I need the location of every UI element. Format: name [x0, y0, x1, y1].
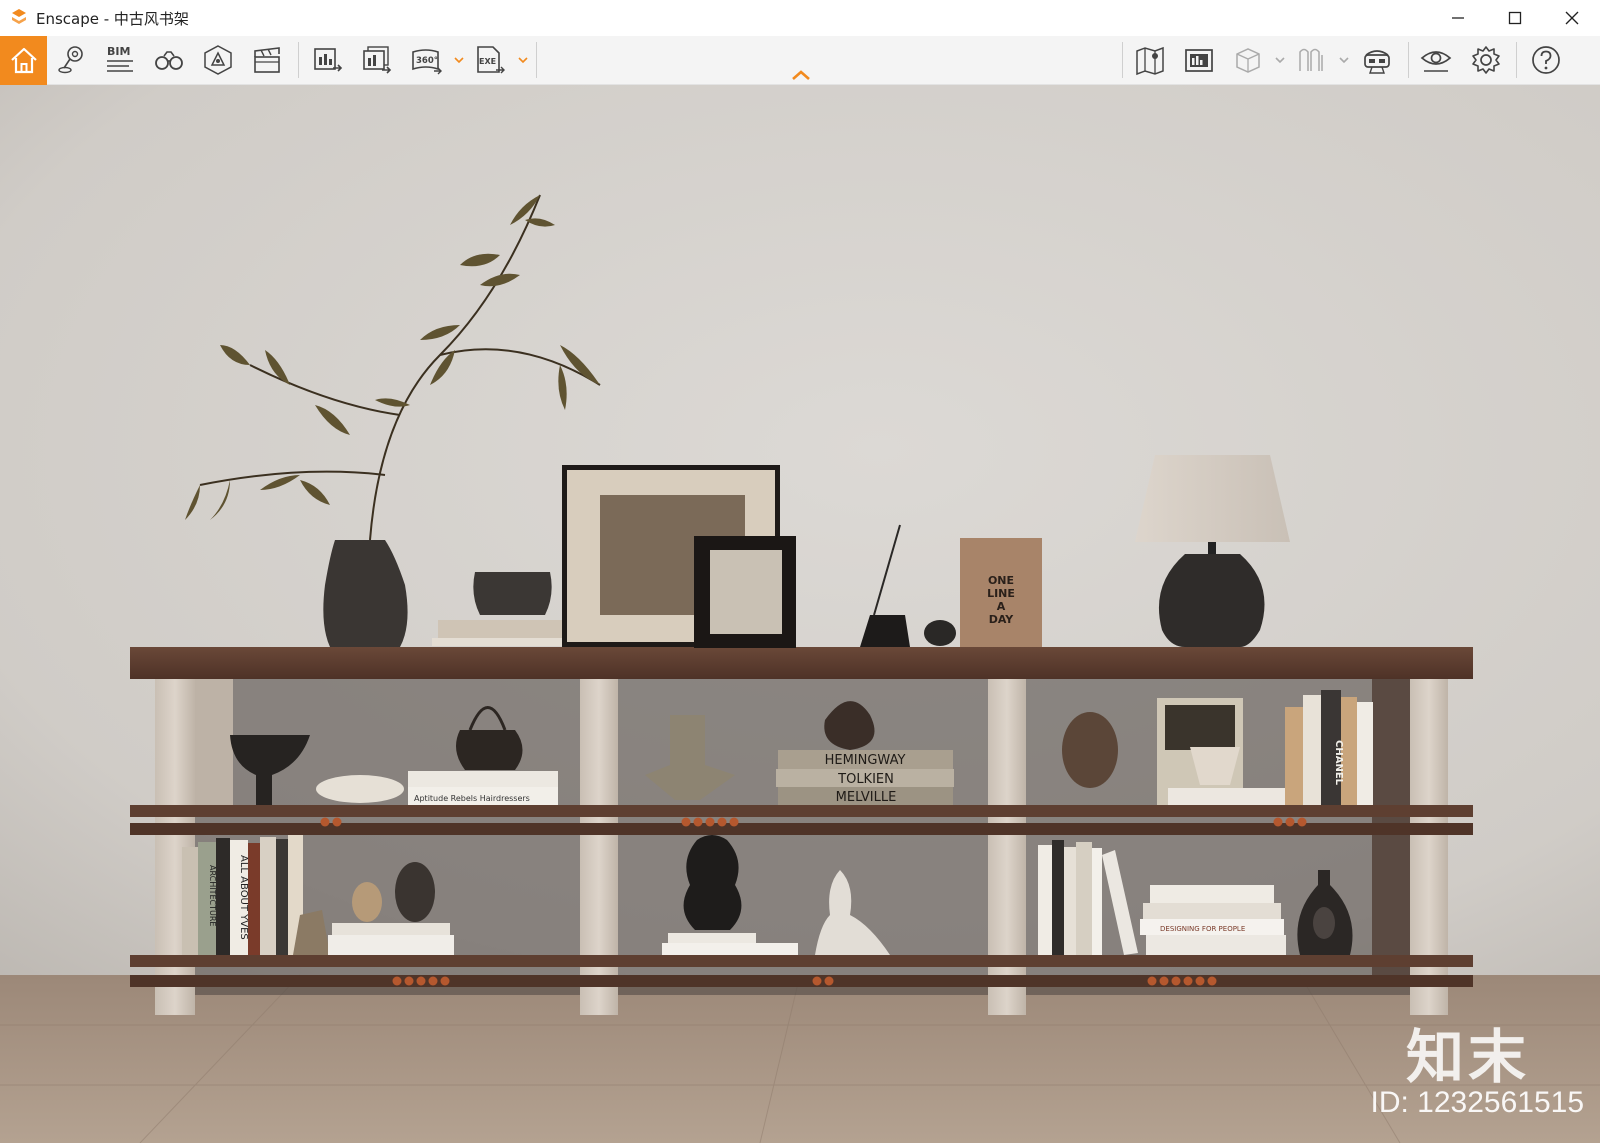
minimize-icon — [1451, 17, 1464, 19]
home-button[interactable] — [0, 36, 47, 85]
book-title-text: HEMINGWAY — [825, 753, 906, 768]
screenshot-button[interactable] — [306, 40, 350, 80]
book-title-text: LINE — [987, 587, 1015, 600]
book-title-text: MELVILLE — [836, 790, 897, 805]
floor — [0, 975, 1600, 1143]
window-controls — [1429, 0, 1600, 36]
enscape-logo-icon — [12, 9, 26, 24]
clapperboard-icon — [254, 47, 280, 73]
book-title-text: ALL ABOUT YVES — [238, 855, 249, 940]
watermark-id: ID: 1232561515 — [1370, 1086, 1584, 1119]
asset-library-button[interactable] — [196, 40, 240, 80]
stone-sculpture — [1062, 712, 1118, 788]
minimap-icon — [1136, 46, 1164, 76]
teapot — [456, 730, 523, 770]
binoculars-icon — [155, 51, 183, 70]
chevron-down-icon — [454, 57, 464, 64]
export-image-icon — [314, 48, 343, 72]
cube-view-dropdown[interactable] — [1274, 52, 1286, 68]
vr-headset-button[interactable] — [1355, 40, 1399, 80]
bim-icon: BIM — [107, 45, 133, 72]
svg-text:BIM: BIM — [107, 45, 130, 58]
light-view-icon — [1299, 48, 1323, 71]
asset-library-icon — [204, 45, 232, 75]
export-exe-button[interactable]: EXE — [468, 40, 512, 80]
maximize-button[interactable] — [1486, 0, 1543, 36]
bottom-shelf — [130, 955, 1473, 967]
chevron-down-icon — [1275, 57, 1285, 64]
collapse-toolbar-toggle[interactable] — [788, 67, 814, 83]
book-title-text: CHANEL — [1333, 740, 1344, 786]
panorama-360-icon: 360° — [412, 49, 442, 75]
export-dropdown[interactable] — [517, 52, 529, 68]
top-shelf — [130, 647, 1473, 679]
ceramic-bowl — [316, 775, 404, 803]
maximize-icon — [1508, 11, 1521, 25]
help-button[interactable] — [1524, 40, 1568, 80]
book-title-text: TOLKIEN — [837, 772, 894, 787]
small-vase — [352, 882, 382, 922]
vr-headset-icon — [1364, 50, 1390, 74]
visual-settings-icon — [1420, 51, 1452, 72]
settings-button[interactable] — [1464, 40, 1508, 80]
batch-render-icon — [363, 46, 392, 74]
toolbar-separator — [298, 42, 299, 78]
render-viewport[interactable]: ONE LINE A DAY Aptitude Rebels Hairdress… — [0, 85, 1600, 1143]
title-bar: Enscape - 中古风书架 — [0, 0, 1600, 36]
video-editor-button[interactable] — [245, 40, 289, 80]
bubble-vase — [683, 835, 742, 930]
book-row-right-top — [1285, 690, 1373, 805]
close-icon — [1565, 11, 1578, 25]
minimap-button[interactable] — [1128, 40, 1172, 80]
book-title-text: DAY — [989, 613, 1015, 626]
toolbar-separator — [1122, 42, 1123, 78]
gallery-icon — [1185, 49, 1213, 72]
visual-settings-button[interactable] — [1414, 40, 1458, 80]
lamp-shade — [1135, 455, 1290, 542]
map-pin-icon — [58, 46, 83, 74]
middle-shelf — [130, 805, 1473, 817]
capture-gallery-button[interactable] — [1177, 40, 1221, 80]
lamp-base — [1158, 554, 1265, 647]
window-title: Enscape - 中古风书架 — [36, 9, 189, 28]
watermark-brand: 知末 — [1405, 1023, 1530, 1091]
panorama-dropdown[interactable] — [453, 52, 465, 68]
light-view-dropdown[interactable] — [1338, 52, 1350, 68]
home-icon — [10, 47, 37, 73]
batch-render-button[interactable] — [355, 40, 399, 80]
panorama-button[interactable]: 360° — [405, 40, 449, 80]
cube-view-button[interactable] — [1226, 40, 1270, 80]
scene-render: ONE LINE A DAY Aptitude Rebels Hairdress… — [0, 85, 1600, 1143]
chevron-down-icon — [518, 57, 528, 64]
close-button[interactable] — [1543, 0, 1600, 36]
svg-text:360°: 360° — [416, 56, 438, 66]
help-icon — [1532, 46, 1560, 74]
svg-text:EXE: EXE — [479, 57, 496, 66]
minimize-button[interactable] — [1429, 0, 1486, 36]
toolbar-separator — [1408, 42, 1409, 78]
walk-mode-button[interactable] — [147, 40, 191, 80]
book-title-text: ARCHITECTURE — [208, 865, 217, 926]
chevron-down-icon — [1339, 57, 1349, 64]
book-title-text: ONE — [988, 574, 1014, 587]
light-view-button[interactable] — [1290, 40, 1334, 80]
book-title-text: A — [997, 600, 1006, 613]
cube-view-icon — [1236, 48, 1260, 73]
clay-pot — [473, 572, 552, 615]
bim-mode-button[interactable]: BIM — [98, 40, 142, 80]
enscape-window: Enscape - 中古风书架 BIM 360° EXE ONE LINE A … — [0, 0, 1600, 1143]
export-exe-icon: EXE — [477, 46, 505, 74]
settings-icon — [1472, 46, 1500, 74]
textured-vase — [395, 862, 435, 922]
book-title-text: DESIGNING FOR PEOPLE — [1160, 925, 1245, 933]
chevron-up-icon — [792, 70, 810, 80]
book-title-text: Aptitude Rebels Hairdressers — [414, 794, 530, 803]
toolbar-separator — [1516, 42, 1517, 78]
toolbar-separator — [536, 42, 537, 78]
views-button[interactable] — [50, 40, 94, 80]
